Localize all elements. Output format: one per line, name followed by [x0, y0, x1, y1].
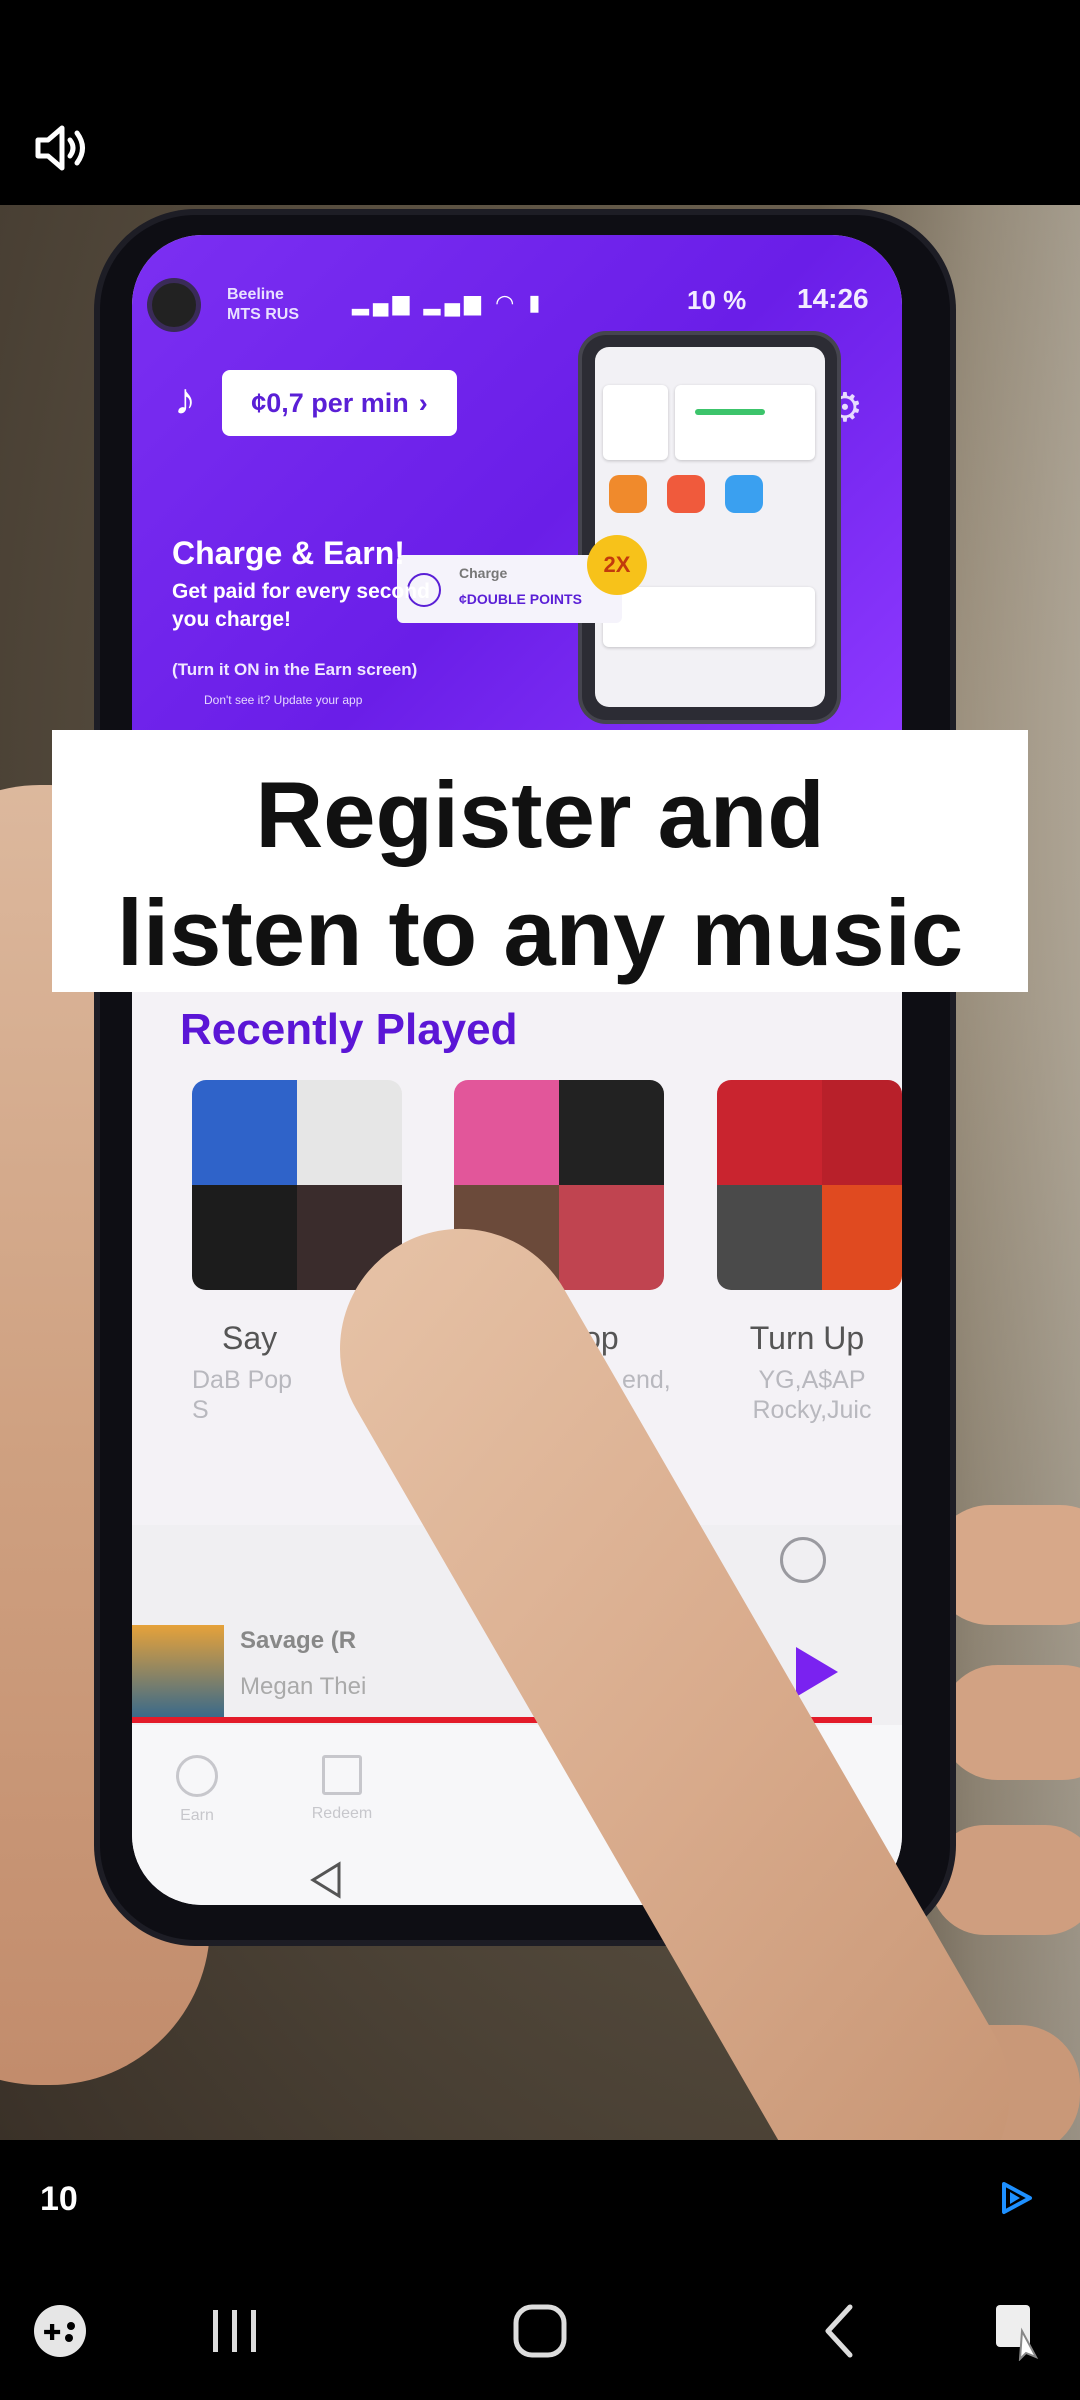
signal-icon: ▂▄▆ ▂▄▆ ◠ ▮	[352, 290, 545, 315]
promo-subtitle: Get paid for every second you charge!	[172, 580, 430, 631]
game-launcher-icon[interactable]: ✚	[28, 2295, 92, 2367]
caption-line-1: Register and	[255, 762, 825, 867]
caption-box: Register and listen to any music	[52, 730, 1028, 992]
playlist-tile-say[interactable]	[192, 1080, 402, 1290]
front-camera	[152, 283, 196, 327]
track-title: Savage (R	[240, 1627, 357, 1654]
recent-apps-icon[interactable]	[200, 2295, 270, 2367]
carrier-info: Beeline MTS RUS	[227, 286, 299, 323]
playlist-label: Turn Up	[749, 1320, 865, 1356]
recently-played-title: Recently Played	[180, 1005, 518, 1054]
play-icon[interactable]	[792, 1645, 840, 1704]
rate-text: ¢0,7 per min	[251, 387, 409, 418]
playlist-tile-turn-up[interactable]	[717, 1080, 902, 1290]
promo-phone-screen	[595, 347, 825, 707]
top-bar	[0, 0, 1080, 205]
playlist-artists: DaB Pop S	[192, 1366, 293, 1424]
promo-footnote: Don't see it? Update your app	[204, 693, 363, 707]
home-icon[interactable]	[500, 2295, 580, 2367]
svg-text:✚: ✚	[43, 2321, 61, 2346]
finger	[930, 1505, 1080, 1625]
caption-line-2: listen to any music	[116, 880, 964, 985]
earn-rate-button[interactable]: ¢0,7 per min ›	[222, 370, 457, 436]
album-art	[132, 1625, 224, 1717]
track-artist: Megan Thei	[240, 1673, 367, 1700]
countdown-counter: 10	[40, 2180, 78, 2218]
chevron-right-icon: ›	[418, 387, 428, 418]
clock: 14:26	[797, 283, 869, 314]
music-note-icon: ♪	[174, 375, 196, 424]
back-nav-icon[interactable]	[810, 2295, 870, 2367]
promo-hint: (Turn it ON in the Earn screen)	[172, 660, 418, 679]
volume-icon[interactable]	[32, 122, 92, 174]
ad-choices-icon[interactable]	[996, 2178, 1036, 2218]
promo-title: Charge & Earn!	[172, 535, 405, 571]
screen-touch-lock-icon[interactable]	[990, 2295, 1050, 2367]
battery-level: 10 %	[687, 285, 747, 315]
video-frame[interactable]: Beeline MTS RUS ▂▄▆ ▂▄▆ ◠ ▮ 10 % 14:26 ♪…	[0, 205, 1080, 2140]
bonus-badge: 2X	[587, 535, 647, 595]
info-icon[interactable]	[780, 1537, 826, 1583]
playlist-artists: YG,A$AP Rocky,Juic	[752, 1366, 872, 1424]
